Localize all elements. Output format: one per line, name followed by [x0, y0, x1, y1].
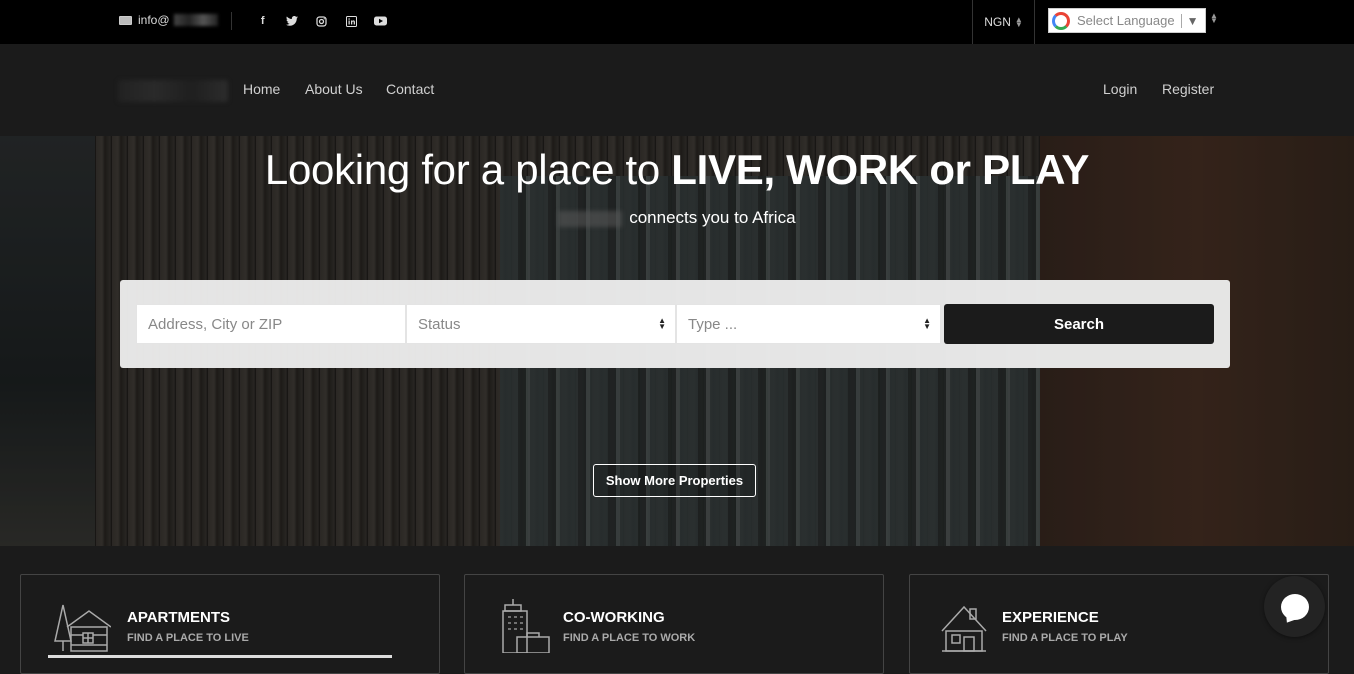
status-select[interactable]: Status ▲ ▼ — [406, 304, 676, 344]
card-apartments[interactable]: APARTMENTS FIND A PLACE TO LIVE — [20, 574, 440, 674]
address-placeholder: Address, City or ZIP — [148, 315, 283, 333]
email-text: info@ — [138, 13, 170, 27]
language-select-label: Select Language — [1077, 13, 1175, 28]
search-panel: Address, City or ZIP Status ▲ ▼ Type ... … — [120, 280, 1230, 368]
hero-title: Looking for a place to LIVE, WORK or PLA… — [0, 146, 1354, 194]
select-arrows-icon: ▲ ▼ — [658, 316, 666, 331]
sort-arrows-icon: ▲ ▼ — [1210, 11, 1218, 25]
dropdown-arrow-icon: ▼ — [1180, 13, 1198, 28]
select-arrows-icon: ▲ ▼ — [923, 316, 931, 331]
chat-widget-button[interactable] — [1264, 576, 1325, 637]
office-building-icon — [502, 599, 550, 653]
linkedin-icon[interactable] — [337, 12, 367, 30]
hero-banner: Looking for a place to LIVE, WORK or PLA… — [0, 136, 1354, 546]
hero-title-bold: LIVE, WORK or PLAY — [671, 146, 1090, 193]
login-link[interactable]: Login — [1103, 81, 1137, 97]
divider — [231, 12, 232, 30]
nav-contact[interactable]: Contact — [386, 81, 434, 97]
main-nav: Home About Us Contact Login Register — [0, 44, 1354, 136]
hero-title-prefix: Looking for a place to — [264, 146, 672, 193]
language-select[interactable]: Select Language ▼ — [1048, 8, 1206, 33]
cabin-icon — [54, 604, 111, 652]
register-link[interactable]: Register — [1162, 81, 1214, 97]
email-redacted — [173, 14, 218, 26]
google-icon — [1052, 11, 1070, 30]
card-experience[interactable]: EXPERIENCE FIND A PLACE TO PLAY — [909, 574, 1329, 674]
youtube-icon[interactable] — [366, 12, 396, 30]
address-input[interactable]: Address, City or ZIP — [136, 304, 406, 344]
card-co-working[interactable]: CO-WORKING FIND A PLACE TO WORK — [464, 574, 884, 674]
search-button[interactable]: Search — [944, 304, 1214, 344]
currency-value: NGN — [984, 15, 1011, 29]
brand-name-redacted — [558, 210, 623, 227]
status-select-value: Status — [418, 315, 461, 333]
card-subtitle: FIND A PLACE TO PLAY — [1002, 632, 1128, 644]
category-cards: APARTMENTS FIND A PLACE TO LIVE CO-WORKI… — [0, 546, 1354, 674]
hero-subtitle-text: connects you to Africa — [629, 208, 796, 227]
show-more-properties-button[interactable]: Show More Properties — [593, 464, 756, 497]
card-title: EXPERIENCE — [1002, 609, 1099, 626]
hero-subtitle: connects you to Africa — [0, 208, 1354, 228]
contact-email[interactable]: info@ — [119, 13, 218, 27]
envelope-icon — [119, 15, 132, 25]
card-subtitle: FIND A PLACE TO LIVE — [127, 632, 249, 644]
type-select-value: Type ... — [688, 315, 738, 333]
card-subtitle: FIND A PLACE TO WORK — [563, 632, 696, 644]
twitter-icon[interactable] — [278, 12, 308, 30]
house-icon — [941, 605, 987, 652]
facebook-icon[interactable]: f — [248, 12, 278, 30]
nav-about-us[interactable]: About Us — [305, 81, 363, 97]
chat-bubble-icon — [1280, 593, 1309, 620]
nav-home[interactable]: Home — [243, 81, 280, 97]
instagram-icon[interactable] — [307, 12, 337, 30]
card-title: APARTMENTS — [127, 609, 231, 626]
currency-select[interactable]: NGN ▲ ▼ — [972, 0, 1035, 44]
card-title: CO-WORKING — [563, 609, 665, 626]
type-select[interactable]: Type ... ▲ ▼ — [676, 304, 941, 344]
site-logo[interactable] — [118, 80, 228, 102]
sort-arrows-icon: ▲ ▼ — [1014, 15, 1023, 29]
social-links: f — [248, 12, 396, 30]
top-bar: info@ f NGN ▲ ▼ Select Language ▼ ▲ ▼ — [0, 0, 1354, 44]
